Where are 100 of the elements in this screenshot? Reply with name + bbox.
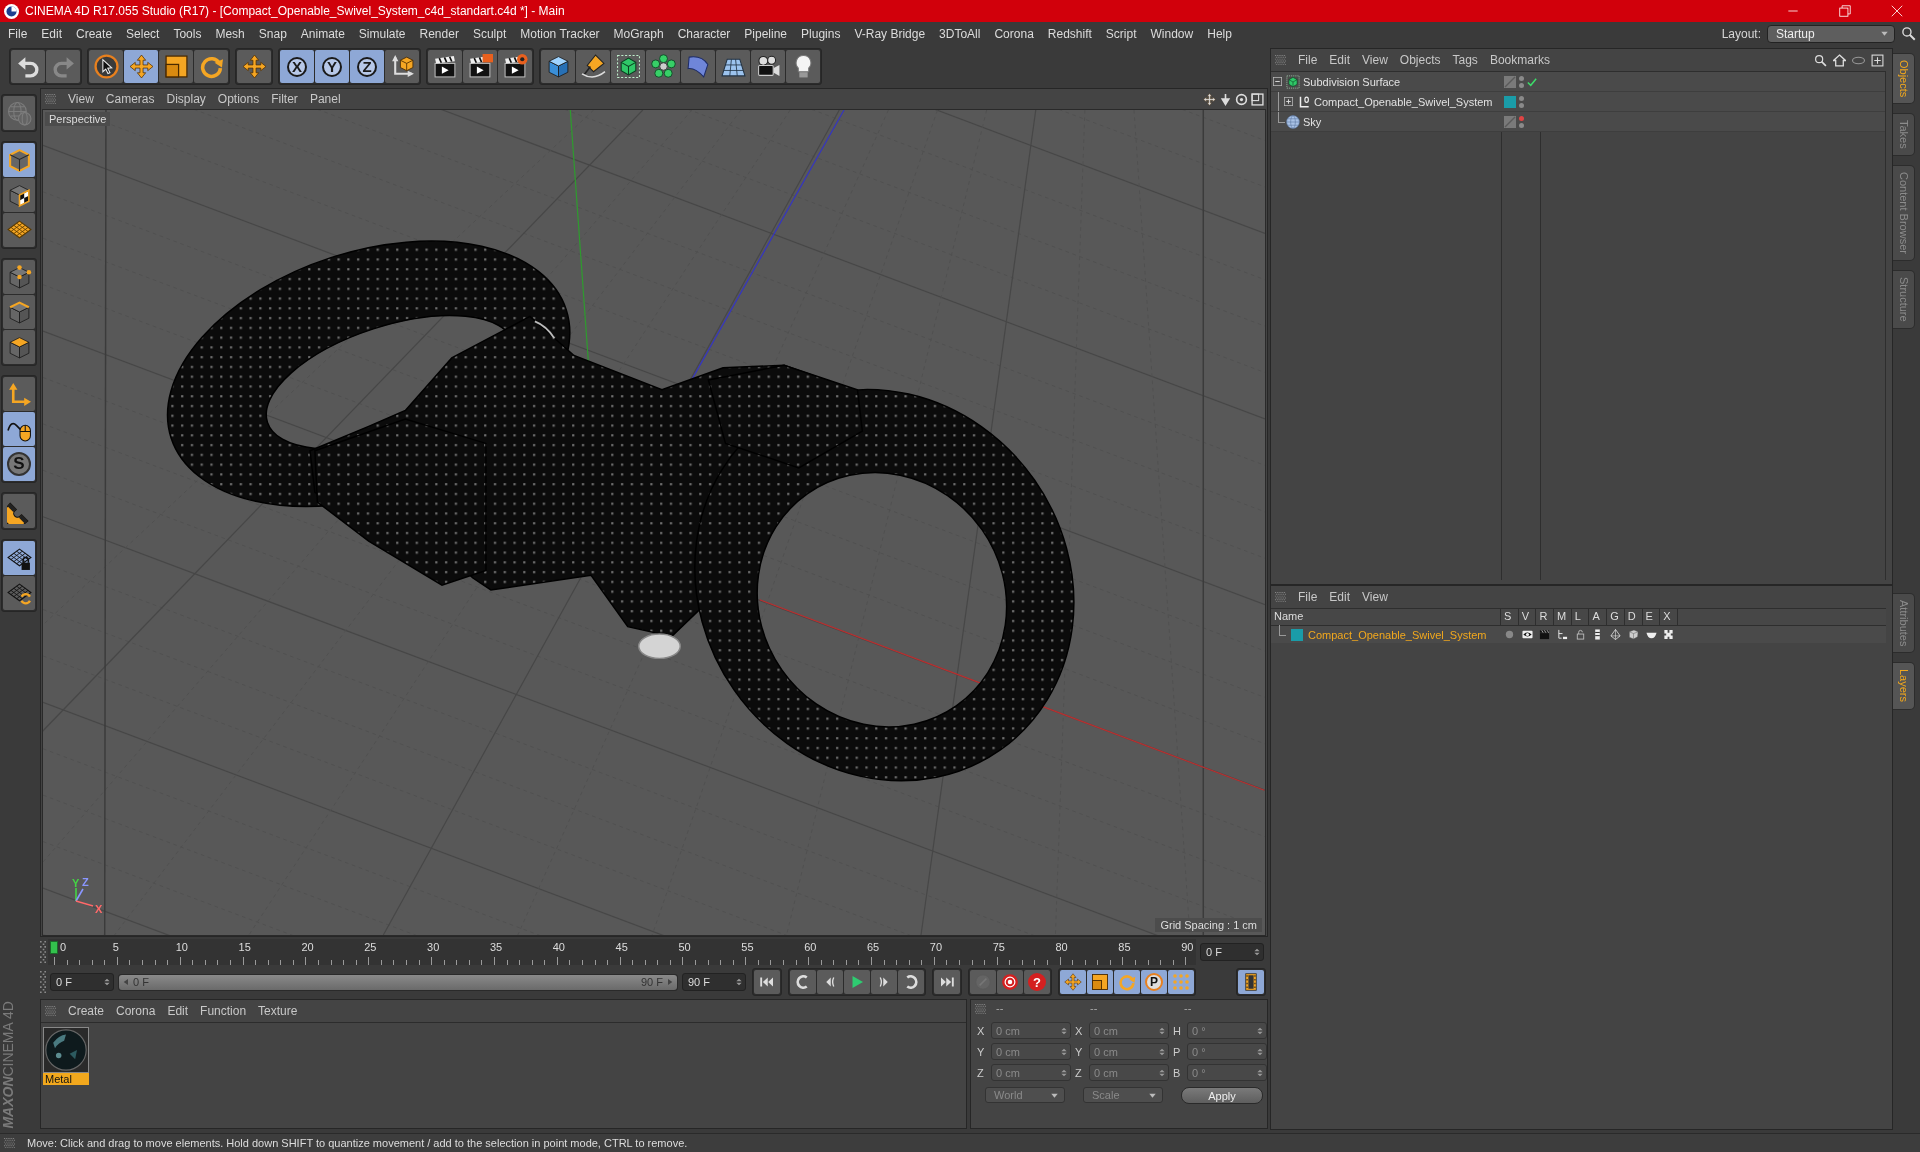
side-tab[interactable]: Objects xyxy=(1893,53,1915,105)
menu-item[interactable]: View xyxy=(1356,590,1394,604)
menu-item[interactable]: Plugins xyxy=(794,23,848,44)
key-position-button[interactable] xyxy=(1060,970,1086,994)
lock-icon[interactable] xyxy=(1574,629,1586,640)
clapperboard-icon[interactable] xyxy=(1539,629,1551,640)
next-key-button[interactable] xyxy=(898,970,924,994)
play-button[interactable] xyxy=(844,970,870,994)
camera-button[interactable] xyxy=(751,50,785,83)
move-arrows-icon[interactable] xyxy=(1203,92,1216,106)
rotate-button[interactable] xyxy=(194,50,228,83)
material-label[interactable]: Metal xyxy=(43,1073,89,1085)
menu-item[interactable]: Character xyxy=(670,23,738,44)
block-icon[interactable] xyxy=(1663,629,1675,640)
menu-item[interactable]: Corona xyxy=(110,1004,162,1018)
menu-item[interactable]: File xyxy=(1,23,35,44)
light-button[interactable] xyxy=(786,50,820,83)
check-icon[interactable] xyxy=(1527,76,1537,87)
frame-range-slider[interactable]: 0 F 90 F xyxy=(118,973,678,991)
menu-item[interactable]: Cameras xyxy=(99,92,161,106)
search-icon[interactable] xyxy=(1814,53,1827,67)
ring-dot-icon[interactable] xyxy=(1235,92,1248,106)
cloner-button[interactable] xyxy=(646,50,680,83)
render-view-button[interactable] xyxy=(428,50,462,83)
menu-item[interactable]: Tools xyxy=(166,23,209,44)
spinner-icon[interactable] xyxy=(1253,947,1261,957)
lock-workplane-button[interactable] xyxy=(3,541,35,575)
menu-item[interactable]: Script xyxy=(1098,23,1144,44)
menu-item[interactable]: MoGraph xyxy=(606,23,671,44)
menu-item[interactable]: Tags xyxy=(1446,53,1484,67)
menu-item[interactable]: Select xyxy=(119,23,167,44)
menu-item[interactable]: View xyxy=(1356,53,1394,67)
end-frame-field[interactable]: 90 F xyxy=(682,973,746,991)
menu-item[interactable]: Create xyxy=(62,1004,111,1018)
spinner-icon[interactable] xyxy=(735,977,743,987)
model-mode-button[interactable] xyxy=(3,143,35,177)
menu-item[interactable]: Help xyxy=(1200,23,1239,44)
menu-item[interactable]: Mesh xyxy=(208,23,252,44)
object-name[interactable]: Subdivision Surface xyxy=(1303,75,1401,88)
menu-item[interactable]: Create xyxy=(69,23,120,44)
record-button[interactable] xyxy=(997,970,1023,994)
menu-item[interactable]: Window xyxy=(1143,23,1201,44)
menu-item[interactable]: Edit xyxy=(34,23,70,44)
menu-item[interactable]: Bookmarks xyxy=(1483,53,1556,67)
editor-dot-icon[interactable] xyxy=(1519,95,1524,101)
points-mode-button[interactable] xyxy=(3,260,35,294)
live-selection-button[interactable] xyxy=(89,50,123,83)
menu-item[interactable]: Objects xyxy=(1393,53,1447,67)
start-frame-field[interactable]: 0 F xyxy=(50,973,114,991)
menu-item[interactable]: Render xyxy=(412,23,466,44)
render-dot-icon[interactable] xyxy=(1519,122,1524,128)
menu-item[interactable]: View xyxy=(62,92,100,106)
menu-item[interactable]: Texture xyxy=(252,1004,304,1018)
layout-dropdown[interactable]: Startup xyxy=(1767,24,1895,43)
cube-button[interactable] xyxy=(541,50,575,83)
bend-deformer-button[interactable] xyxy=(681,50,715,83)
spinner-icon[interactable] xyxy=(103,977,111,987)
axis-lock-button[interactable]: X xyxy=(280,50,314,83)
menu-item[interactable]: Edit xyxy=(161,1004,195,1018)
tweak-mode-button[interactable] xyxy=(3,412,35,446)
previous-key-button[interactable] xyxy=(790,970,816,994)
axis-lock-button[interactable]: Z xyxy=(350,50,384,83)
current-frame-field[interactable]: 0 F xyxy=(1200,943,1264,961)
render-dot-icon[interactable] xyxy=(1519,82,1524,88)
undo-button[interactable] xyxy=(11,50,45,83)
pyramid-icon[interactable] xyxy=(1610,629,1622,640)
render-dot-icon[interactable] xyxy=(1519,102,1524,108)
menu-item[interactable]: Edit xyxy=(1323,53,1357,67)
floor-button[interactable] xyxy=(716,50,750,83)
search-icon[interactable] xyxy=(1901,26,1916,41)
previous-frame-button[interactable] xyxy=(817,970,843,994)
solo-dot-icon[interactable] xyxy=(1504,629,1515,640)
menu-item[interactable]: File xyxy=(1292,53,1324,67)
menu-item[interactable]: File xyxy=(1292,590,1324,604)
align-workplane-button[interactable] xyxy=(3,576,35,610)
menu-item[interactable]: V-Ray Bridge xyxy=(847,23,933,44)
pen-button[interactable] xyxy=(576,50,610,83)
maximize-icon[interactable] xyxy=(1251,92,1264,106)
menu-item[interactable]: Simulate xyxy=(351,23,413,44)
axis-lock-button[interactable]: Y xyxy=(315,50,349,83)
editor-dot-icon[interactable] xyxy=(1519,75,1524,81)
menu-item[interactable]: Redshift xyxy=(1040,23,1099,44)
menu-item[interactable]: Display xyxy=(160,92,212,106)
side-tab[interactable]: Layers xyxy=(1893,662,1915,710)
menu-item[interactable]: 3DToAll xyxy=(932,23,988,44)
plus-box-icon[interactable] xyxy=(1871,53,1884,67)
menu-item[interactable]: Animate xyxy=(293,23,352,44)
menu-item[interactable]: Edit xyxy=(1323,590,1357,604)
menu-item[interactable]: Function xyxy=(194,1004,253,1018)
workplane-mode-button[interactable] xyxy=(3,213,35,247)
timeline-ruler[interactable]: 0 5 10 15 20 25 30 35 40 45 50 55 60 65 70 75 80 85 90 xyxy=(48,939,1196,965)
next-frame-button[interactable] xyxy=(871,970,897,994)
menu-item[interactable]: Options xyxy=(211,92,266,106)
editor-dot-icon[interactable] xyxy=(1519,115,1524,121)
home-icon[interactable] xyxy=(1833,53,1846,67)
menu-item[interactable]: Snap xyxy=(251,23,294,44)
menu-item[interactable]: Motion Tracker xyxy=(513,23,607,44)
render-settings-button[interactable] xyxy=(498,50,532,83)
polygons-mode-button[interactable] xyxy=(3,330,35,364)
menu-item[interactable]: Pipeline xyxy=(737,23,795,44)
